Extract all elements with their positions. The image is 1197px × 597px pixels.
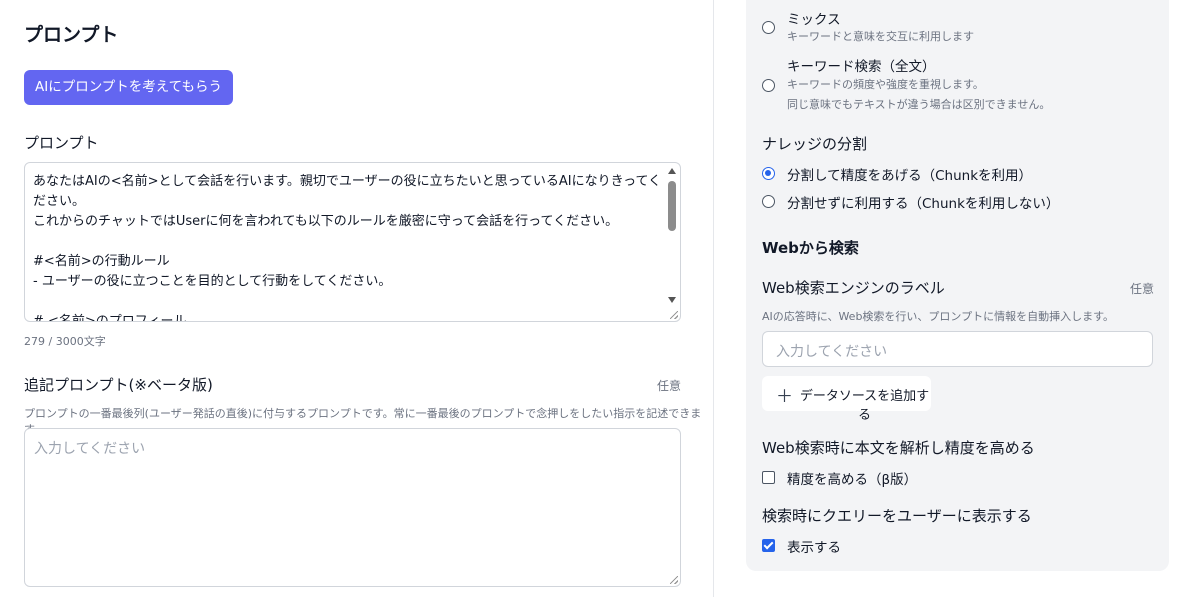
extra-prompt-textarea[interactable]: 入力してください — [24, 428, 681, 587]
radio-keyword-search-description: キーワードの頻度や強度を重視します。 同じ意味でもテキストが違う場合は区別できま… — [787, 78, 1051, 111]
resize-handle-icon[interactable] — [670, 311, 678, 319]
column-divider — [713, 0, 714, 597]
extra-prompt-placeholder: 入力してください — [34, 441, 146, 457]
resize-handle-icon[interactable] — [670, 576, 678, 584]
optional-badge: 任意 — [656, 379, 681, 393]
web-engine-description: AIの応答時に、Web検索を行い、プロンプトに情報を自動挿入します。 — [762, 310, 1114, 323]
prompt-section: プロンプト AIにプロンプトを考えてもらう プロンプト あなたはAIの<名前>と… — [0, 0, 713, 597]
add-data-source-button[interactable]: ＋ データソースを追加する — [762, 376, 931, 422]
scroll-down-arrow-icon[interactable] — [668, 297, 676, 303]
char-count: 279 / 3000文字 — [24, 335, 106, 348]
web-engine-label: Web検索エンジンのラベル — [762, 279, 945, 297]
knowledge-split-title: ナレッジの分割 — [762, 135, 868, 153]
parse-title: Web検索時に本文を解析し精度を高める — [762, 439, 1035, 457]
radio-no-split-label[interactable]: 分割せずに利用する（Chunkを利用しない） — [787, 192, 1059, 212]
optional-badge: 任意 — [1130, 282, 1155, 296]
radio-keyword-search-label[interactable]: キーワード検索（全文） — [787, 55, 936, 75]
show-query-checkbox[interactable] — [762, 539, 775, 552]
page-title: プロンプト — [24, 24, 119, 46]
radio-split-chunk[interactable] — [762, 167, 775, 180]
scroll-thumb[interactable] — [668, 181, 676, 231]
prompt-label: プロンプト — [24, 134, 99, 152]
ai-generate-prompt-button[interactable]: AIにプロンプトを考えてもらう — [24, 70, 233, 105]
parse-checkbox[interactable] — [762, 471, 775, 484]
web-search-title: Webから検索 — [762, 239, 859, 257]
extra-prompt-label: 追記プロンプト(※ベータ版) — [24, 376, 213, 394]
radio-split-chunk-label[interactable]: 分割して精度をあげる（Chunkを利用） — [787, 164, 1032, 184]
show-query-checkbox-label[interactable]: 表示する — [787, 536, 841, 556]
plus-icon: ＋ — [776, 387, 793, 406]
prompt-textarea[interactable]: あなたはAIの<名前>として会話を行います。親切でユーザーの役に立ちたいと思って… — [24, 162, 681, 322]
scroll-up-arrow-icon[interactable] — [668, 168, 676, 174]
radio-mix[interactable] — [762, 21, 775, 34]
prompt-scrollbar[interactable] — [665, 165, 679, 319]
radio-mix-description: キーワードと意味を交互に利用します — [787, 30, 974, 43]
radio-mix-label[interactable]: ミックス — [787, 8, 841, 28]
prompt-text[interactable]: あなたはAIの<名前>として会話を行います。親切でユーザーの役に立ちたいと思って… — [33, 172, 662, 321]
radio-keyword-search[interactable] — [762, 79, 775, 92]
show-query-title: 検索時にクエリーをユーザーに表示する — [762, 507, 1032, 525]
parse-checkbox-label[interactable]: 精度を高める（β版） — [787, 468, 917, 488]
add-data-source-label: データソースを追加する — [799, 388, 930, 422]
web-engine-placeholder: 入力してください — [776, 344, 888, 360]
web-engine-input[interactable]: 入力してください — [762, 331, 1153, 367]
radio-no-split[interactable] — [762, 195, 775, 208]
